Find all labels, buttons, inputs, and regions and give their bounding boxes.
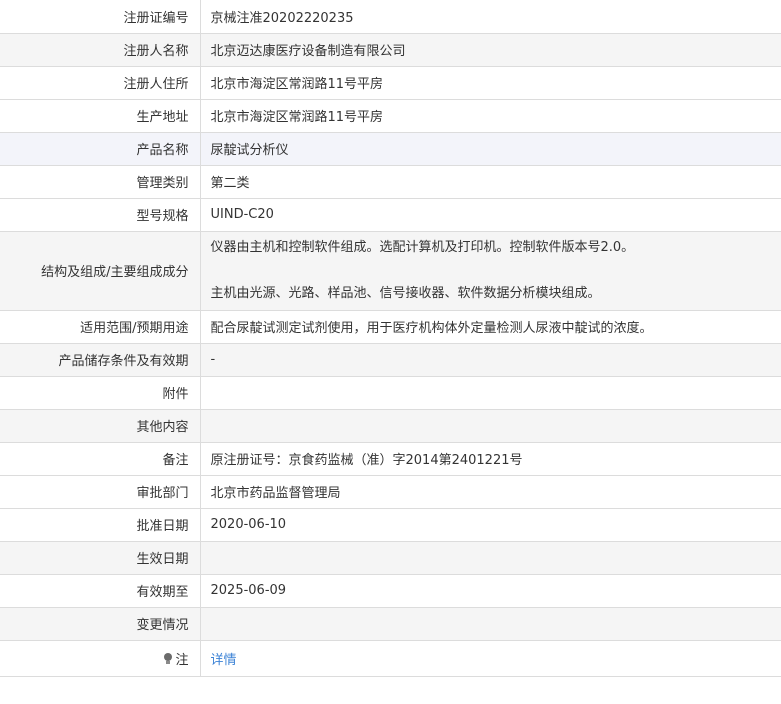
- field-label: 产品名称: [0, 132, 201, 166]
- lightbulb-icon: [163, 652, 173, 665]
- field-label: 其他内容: [0, 409, 201, 443]
- table-row: 注册证编号 京械注准20202220235: [0, 0, 781, 34]
- table-row: 型号规格 UIND-C20: [0, 198, 781, 232]
- details-link[interactable]: 详情: [211, 653, 237, 668]
- field-label: 有效期至: [0, 574, 201, 608]
- field-label: 变更情况: [0, 607, 201, 641]
- table-row: 变更情况: [0, 607, 781, 641]
- table-row: 生效日期: [0, 541, 781, 575]
- table-row: 附件: [0, 376, 781, 410]
- note-label-text: 注: [175, 652, 189, 668]
- table-row: 有效期至 2025-06-09: [0, 574, 781, 608]
- field-label: 审批部门: [0, 475, 201, 509]
- note-label: 注: [0, 640, 201, 677]
- table-row: 产品名称 尿靛试分析仪: [0, 132, 781, 166]
- approval-date-value: 2020-06-10: [200, 508, 781, 542]
- effective-date-value: [200, 541, 781, 575]
- composition-line: 主机由光源、光路、样品池、信号接收器、软件数据分析模块组成。: [210, 285, 601, 301]
- table-row: 结构及组成/主要组成成分 仪器由主机和控制软件组成。选配计算机及打印机。控制软件…: [0, 231, 781, 311]
- field-label: 生产地址: [0, 99, 201, 133]
- management-category-value: 第二类: [200, 165, 781, 199]
- field-label: 注册证编号: [0, 0, 201, 34]
- product-name-value: 尿靛试分析仪: [200, 132, 781, 166]
- field-label: 生效日期: [0, 541, 201, 575]
- registration-number-value: 京械注准20202220235: [200, 0, 781, 34]
- field-label: 附件: [0, 376, 201, 410]
- table-row: 注册人住所 北京市海淀区常润路11号平房: [0, 66, 781, 100]
- table-row: 批准日期 2020-06-10: [0, 508, 781, 542]
- table-row: 注 详情: [0, 640, 781, 677]
- structure-composition-value: 仪器由主机和控制软件组成。选配计算机及打印机。控制软件版本号2.0。 主机由光源…: [200, 231, 781, 311]
- table-row: 生产地址 北京市海淀区常润路11号平房: [0, 99, 781, 133]
- approval-department-value: 北京市药品监督管理局: [200, 475, 781, 509]
- table-row: 其他内容: [0, 409, 781, 443]
- table-row: 注册人名称 北京迈达康医疗设备制造有限公司: [0, 33, 781, 67]
- table-row: 管理类别 第二类: [0, 165, 781, 199]
- registrant-name-value: 北京迈达康医疗设备制造有限公司: [200, 33, 781, 67]
- composition-line: 仪器由主机和控制软件组成。选配计算机及打印机。控制软件版本号2.0。: [210, 239, 635, 255]
- field-label: 产品储存条件及有效期: [0, 343, 201, 377]
- other-content-value: [200, 409, 781, 443]
- table-row: 备注 原注册证号：京食药监械（准）字2014第2401221号: [0, 442, 781, 476]
- field-label: 结构及组成/主要组成成分: [0, 231, 201, 311]
- field-label: 适用范围/预期用途: [0, 310, 201, 344]
- remarks-value: 原注册证号：京食药监械（准）字2014第2401221号: [200, 442, 781, 476]
- note-value: 详情: [200, 640, 781, 677]
- table-row: 适用范围/预期用途 配合尿靛试测定试剂使用，用于医疗机构体外定量检测人尿液中靛试…: [0, 310, 781, 344]
- field-label: 管理类别: [0, 165, 201, 199]
- production-address-value: 北京市海淀区常润路11号平房: [200, 99, 781, 133]
- field-label: 批准日期: [0, 508, 201, 542]
- storage-conditions-value: -: [200, 343, 781, 377]
- model-spec-value: UIND-C20: [200, 198, 781, 232]
- field-label: 型号规格: [0, 198, 201, 232]
- attachment-value: [200, 376, 781, 410]
- intended-use-value: 配合尿靛试测定试剂使用，用于医疗机构体外定量检测人尿液中靛试的浓度。: [200, 310, 781, 344]
- field-label: 注册人名称: [0, 33, 201, 67]
- change-history-value: [200, 607, 781, 641]
- field-label: 注册人住所: [0, 66, 201, 100]
- valid-until-value: 2025-06-09: [200, 574, 781, 608]
- field-label: 备注: [0, 442, 201, 476]
- table-row: 审批部门 北京市药品监督管理局: [0, 475, 781, 509]
- registration-info-table: 注册证编号 京械注准20202220235 注册人名称 北京迈达康医疗设备制造有…: [0, 0, 781, 677]
- table-row: 产品储存条件及有效期 -: [0, 343, 781, 377]
- registrant-address-value: 北京市海淀区常润路11号平房: [200, 66, 781, 100]
